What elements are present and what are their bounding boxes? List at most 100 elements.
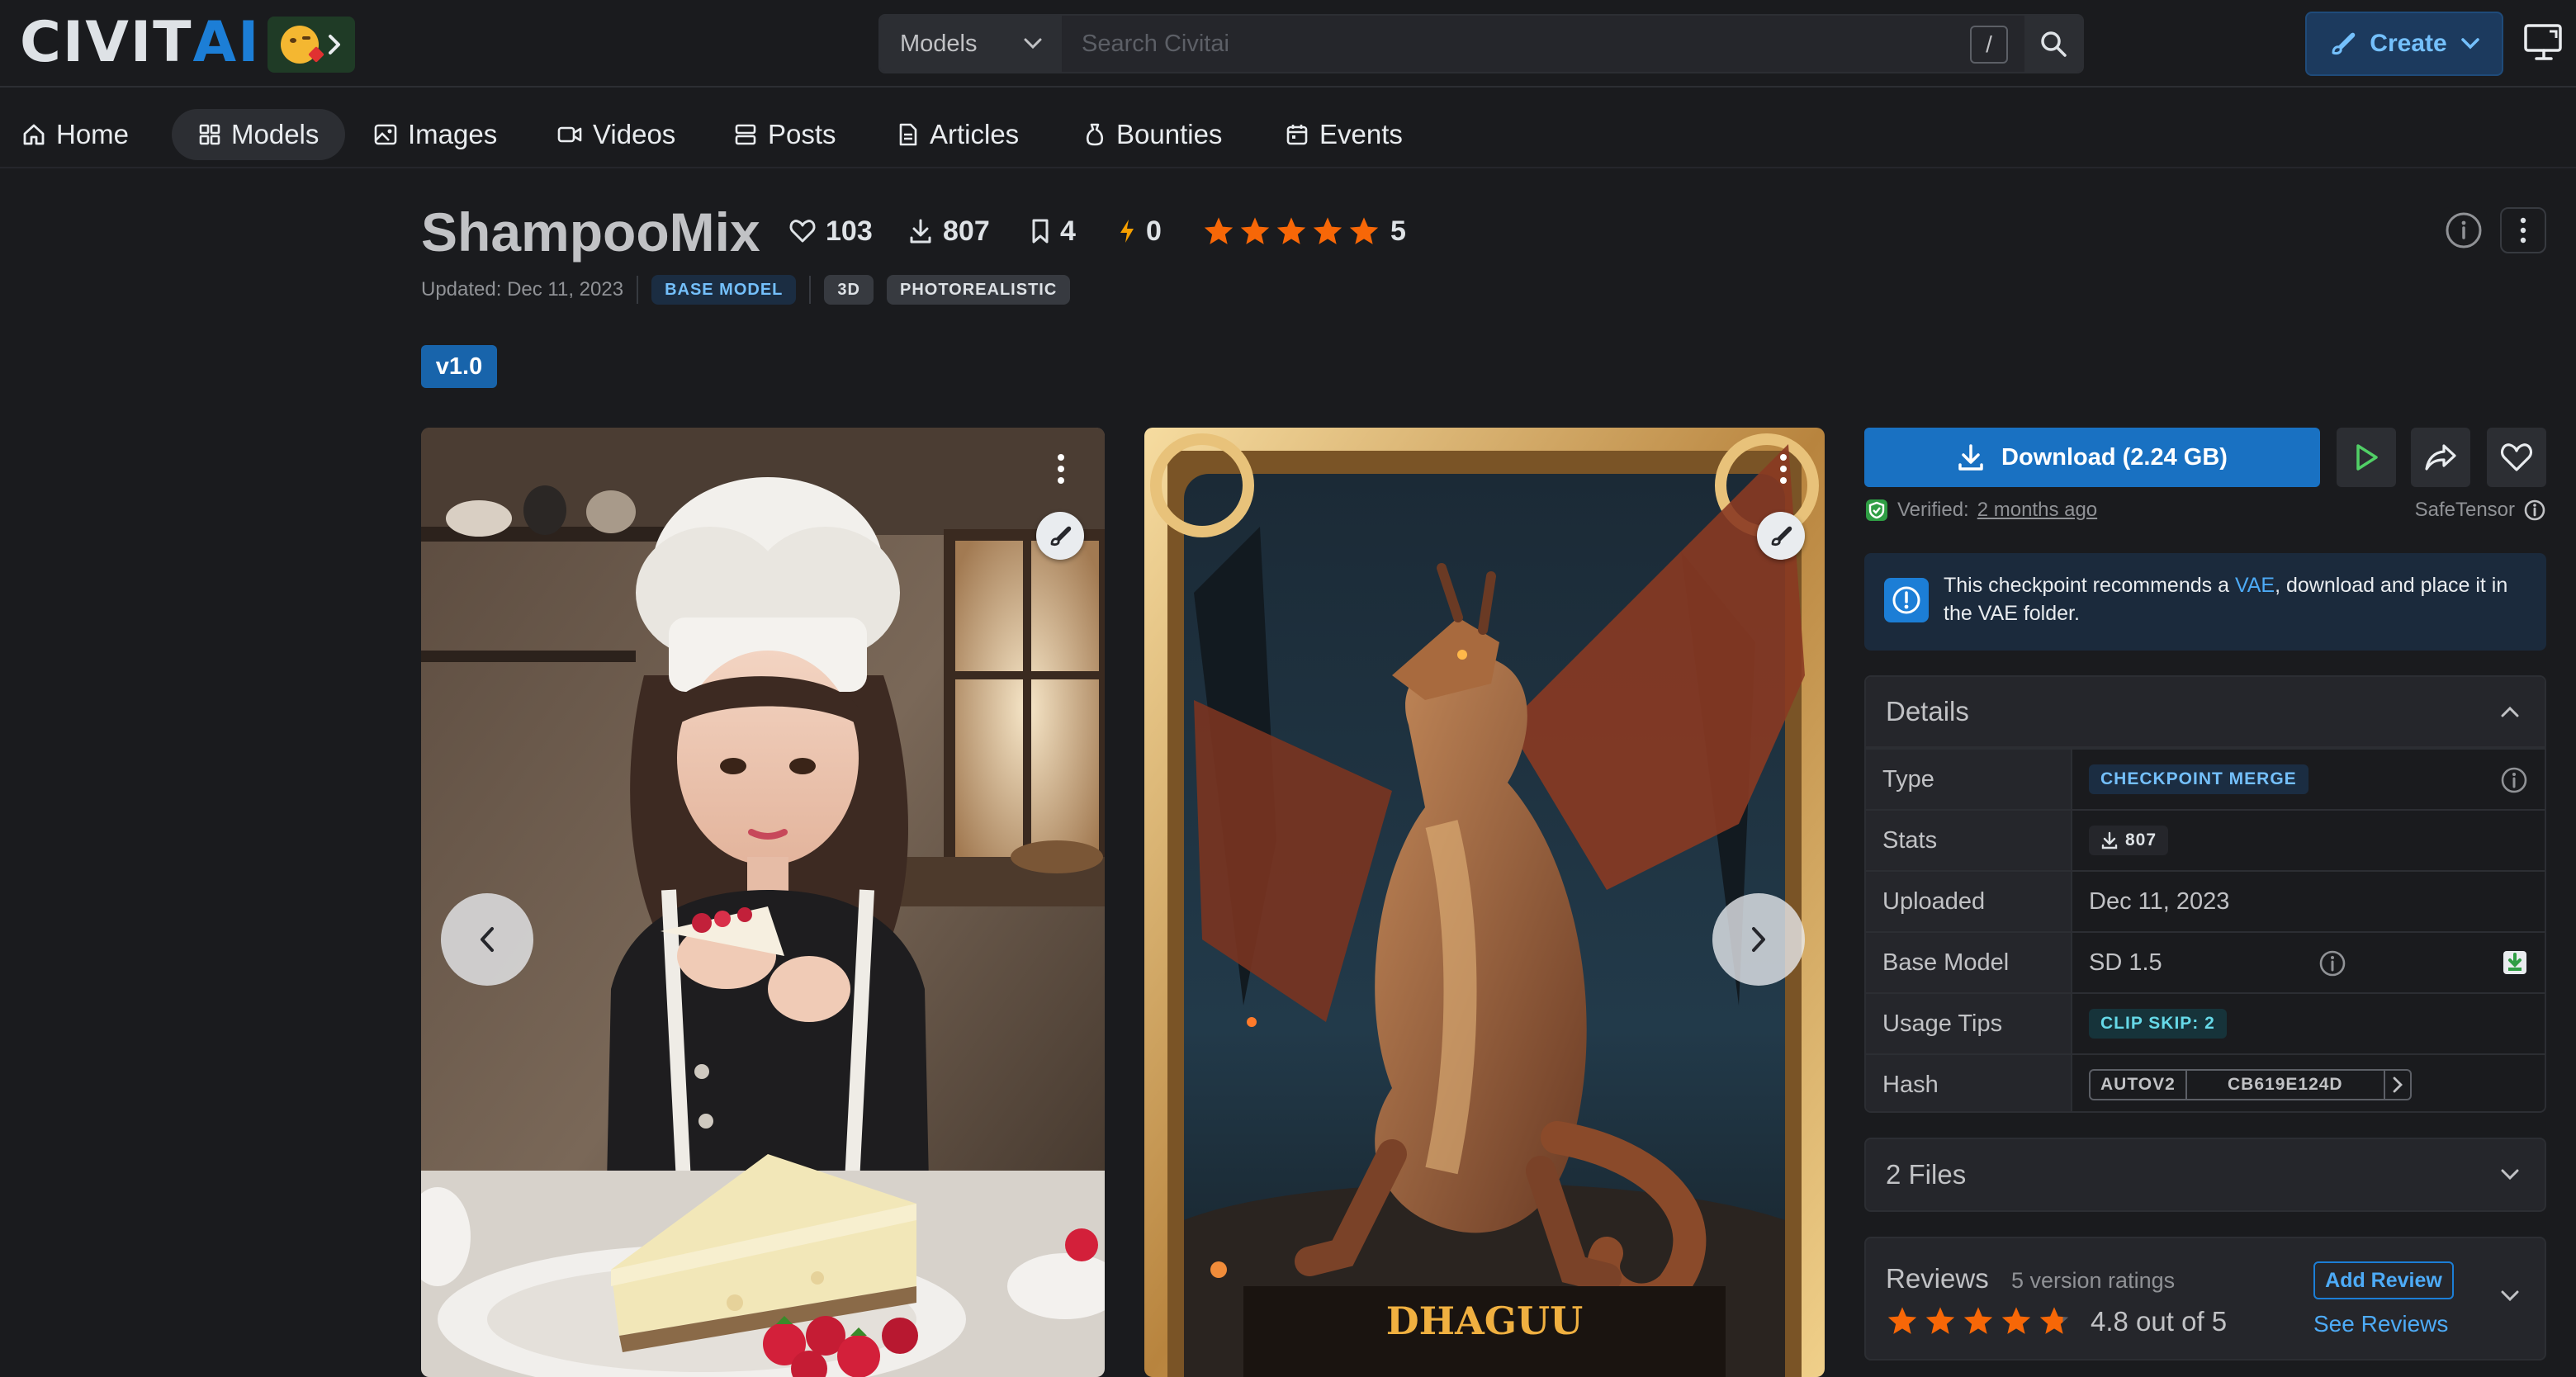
emoji-menu-button[interactable] <box>268 17 355 73</box>
info-icon <box>2446 212 2482 248</box>
search-scope-select[interactable]: Models <box>880 16 1062 72</box>
monitor-icon[interactable] <box>2523 23 2564 61</box>
row-label: Hash <box>1866 1055 2072 1111</box>
gallery-image-dragon[interactable]: DHAGUU <box>1144 428 1825 1377</box>
civitai-logo[interactable]: CIVIT AI <box>20 10 261 75</box>
info-button[interactable] <box>2441 207 2487 253</box>
vae-link[interactable]: VAE <box>2235 574 2275 597</box>
remix-button[interactable] <box>1036 512 1084 560</box>
likes-stat[interactable]: 103 <box>789 213 873 249</box>
main-nav: Home Models Images Videos Posts Articles… <box>0 89 2576 168</box>
play-icon <box>2356 444 2378 471</box>
buzz-stat[interactable]: 0 <box>1118 213 1162 249</box>
download-vae-icon[interactable] <box>2502 949 2528 976</box>
chevron-right-icon <box>2393 1077 2403 1093</box>
kiss-face-icon <box>281 26 324 64</box>
nav-item-events[interactable]: Events <box>1276 109 1411 160</box>
vertical-dots-icon <box>2520 217 2526 244</box>
nav-item-articles[interactable]: Articles <box>888 109 1027 160</box>
row-label: Type <box>1866 750 2072 809</box>
details-row-usage-tips: Usage Tips CLIP SKIP: 2 <box>1866 992 2545 1053</box>
heart-icon <box>2500 443 2533 471</box>
download-label: Download (2.24 GB) <box>2001 443 2228 471</box>
clip-skip-badge: CLIP SKIP: 2 <box>2089 1009 2227 1039</box>
details-header[interactable]: Details <box>1866 677 2545 748</box>
collects-stat[interactable]: 4 <box>1030 213 1076 249</box>
downloads-count: 807 <box>943 215 990 247</box>
nav-label-articles: Articles <box>930 119 1020 149</box>
search-icon <box>2041 31 2067 57</box>
divider <box>809 276 812 304</box>
model-meta: Updated: Dec 11, 2023 BASE MODEL 3D PHOT… <box>421 274 1071 305</box>
tag-base-model[interactable]: BASE MODEL <box>651 275 797 305</box>
rating-count: 5 <box>1390 215 1406 247</box>
row-label: Usage Tips <box>1866 994 2072 1053</box>
chevron-up-icon <box>2501 706 2519 717</box>
verified-date-link[interactable]: 2 months ago <box>1977 499 2097 522</box>
files-accordion[interactable]: 2 Files <box>1864 1138 2546 1212</box>
bookmark-icon <box>1032 219 1049 244</box>
uploaded-value: Dec 11, 2023 <box>2089 887 2230 915</box>
chevron-down-icon[interactable] <box>2500 1289 2520 1303</box>
chevron-down-icon <box>2501 1169 2519 1181</box>
nav-item-posts[interactable]: Posts <box>725 109 845 160</box>
create-button[interactable]: Create <box>2305 12 2503 76</box>
carousel-prev-button[interactable] <box>441 893 533 986</box>
chevron-left-icon <box>481 927 494 952</box>
chevron-right-icon <box>1752 927 1765 952</box>
gallery-image-chef[interactable] <box>421 428 1105 1377</box>
chevron-down-icon <box>2460 38 2479 50</box>
image-menu-button[interactable] <box>1058 454 1064 484</box>
add-review-button[interactable]: Add Review <box>2313 1261 2454 1299</box>
hash-type: AUTOV2 <box>2091 1071 2187 1099</box>
rating-stat[interactable]: 5 <box>1202 213 1406 249</box>
version-v1-tab[interactable]: v1.0 <box>421 345 497 388</box>
shield-check-icon <box>1866 499 1887 521</box>
nav-item-models[interactable]: Models <box>172 109 346 160</box>
grid-icon <box>199 124 220 145</box>
reviews-count: 5 version ratings <box>2011 1268 2176 1293</box>
nav-label-events: Events <box>1319 119 1403 149</box>
tag-3d[interactable]: 3D <box>824 275 874 305</box>
star-icon <box>1925 1307 1955 1334</box>
vae-recommendation-alert: This checkpoint recommends a VAE, downlo… <box>1864 553 2546 651</box>
nav-item-bounties[interactable]: Bounties <box>1075 109 1230 160</box>
info-icon[interactable] <box>2523 499 2546 522</box>
logo-text-b: AI <box>192 10 261 75</box>
divider <box>637 276 639 304</box>
nav-label-videos: Videos <box>593 119 676 149</box>
hash-value: CB619E124D <box>2187 1071 2385 1099</box>
carousel-next-button[interactable] <box>1712 893 1805 986</box>
verified-status: Verified: 2 months ago <box>1864 495 2097 525</box>
details-row-type: Type CHECKPOINT MERGE <box>1866 748 2545 809</box>
info-icon[interactable] <box>2318 949 2346 977</box>
favorite-button[interactable] <box>2487 428 2546 487</box>
nav-item-videos[interactable]: Videos <box>548 109 684 160</box>
hash-copy-control[interactable]: AUTOV2 CB619E124D <box>2089 1069 2412 1100</box>
nav-item-images[interactable]: Images <box>365 109 505 160</box>
star-icon <box>1963 1307 1993 1334</box>
search-button[interactable] <box>2024 16 2082 72</box>
run-button[interactable] <box>2337 428 2396 487</box>
reviews-panel: Reviews 5 version ratings 4.8 out of 5 A… <box>1864 1237 2546 1360</box>
nav-label-home: Home <box>56 119 130 149</box>
hash-next-button[interactable] <box>2385 1071 2410 1099</box>
search-input[interactable]: Search Civitai / <box>1062 16 2024 72</box>
share-button[interactable] <box>2411 428 2470 487</box>
info-icon[interactable] <box>2500 766 2528 794</box>
base-model-value: SD 1.5 <box>2089 949 2162 976</box>
share-icon <box>2425 444 2456 471</box>
download-button[interactable]: Download (2.24 GB) <box>1864 428 2320 487</box>
nav-item-home[interactable]: Home <box>13 109 137 160</box>
star-icon <box>1276 217 1306 244</box>
remix-button[interactable] <box>1757 512 1805 560</box>
reviews-score: 4.8 out of 5 <box>2091 1306 2228 1337</box>
search-shortcut-key: / <box>1970 26 2008 64</box>
image-menu-button[interactable] <box>1780 454 1787 484</box>
see-reviews-link[interactable]: See Reviews <box>2313 1311 2448 1337</box>
brush-icon <box>1771 526 1792 547</box>
tag-photorealistic[interactable]: PHOTOREALISTIC <box>886 275 1071 305</box>
download-icon <box>1958 444 1983 471</box>
home-icon <box>23 124 45 145</box>
more-options-button[interactable] <box>2500 207 2546 253</box>
